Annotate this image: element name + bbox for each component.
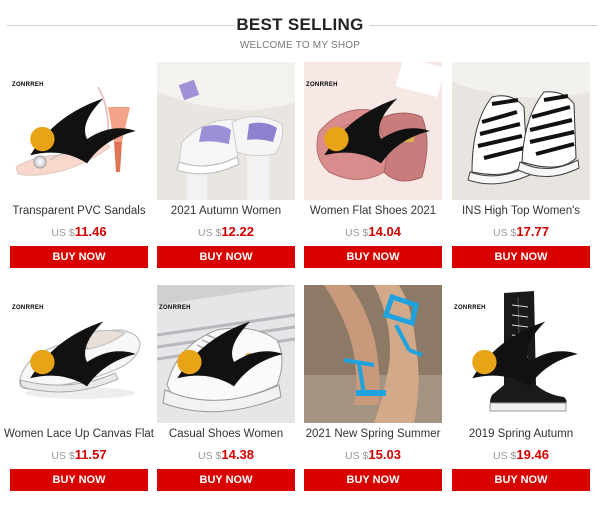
- product-image-black-knee-boot[interactable]: ZONRREH: [452, 285, 590, 423]
- brand-logo-text: ZONRREH: [12, 305, 44, 311]
- buy-now-button[interactable]: BUY NOW: [452, 469, 590, 491]
- price-amount: 17.77: [516, 224, 549, 239]
- product-image-clear-pvc-heel-sandal[interactable]: ZONRREH: [10, 62, 148, 200]
- price-amount: 19.46: [516, 447, 549, 462]
- product-price: US $17.77: [452, 223, 590, 241]
- product-price: US $19.46: [452, 446, 590, 464]
- product-name[interactable]: Transparent PVC Sandals: [4, 205, 154, 217]
- product-name[interactable]: 2021 New Spring Summer: [298, 428, 448, 440]
- price-currency: US $: [345, 450, 369, 462]
- product-image-white-bee-sneaker[interactable]: ZONRREH: [157, 285, 295, 423]
- product-price: US $11.57: [10, 446, 148, 464]
- price-amount: 14.38: [221, 447, 254, 462]
- product-image-zebra-high-top[interactable]: [452, 62, 590, 200]
- product-name[interactable]: 2021 Autumn Women: [151, 205, 301, 217]
- buy-now-button[interactable]: BUY NOW: [452, 246, 590, 268]
- brand-logo-text: ZONRREH: [454, 305, 486, 311]
- brand-logo-text: ZONRREH: [306, 82, 338, 88]
- price-currency: US $: [345, 227, 369, 239]
- section-subtitle: WELCOME TO MY SHOP: [239, 40, 361, 51]
- price-amount: 11.57: [74, 447, 107, 462]
- product-price: US $14.38: [157, 446, 295, 464]
- price-currency: US $: [198, 450, 222, 462]
- product-name[interactable]: Women Lace Up Canvas Flat: [4, 428, 154, 440]
- header-divider-right: [369, 25, 597, 26]
- price-currency: US $: [493, 227, 517, 239]
- buy-now-button[interactable]: BUY NOW: [304, 246, 442, 268]
- price-amount: 11.46: [74, 224, 107, 239]
- price-amount: 15.03: [368, 447, 401, 462]
- product-image-white-canvas-flat[interactable]: ZONRREH: [10, 285, 148, 423]
- price-amount: 12.22: [221, 224, 254, 239]
- price-currency: US $: [51, 450, 75, 462]
- product-image-blue-strap-sandal[interactable]: [304, 285, 442, 423]
- brand-logo-text: ZONRREH: [12, 82, 44, 88]
- price-currency: US $: [493, 450, 517, 462]
- product-price: US $14.04: [304, 223, 442, 241]
- product-price: US $12.22: [157, 223, 295, 241]
- buy-now-button[interactable]: BUY NOW: [157, 246, 295, 268]
- product-image-pink-quilted-flat[interactable]: ZONRREH: [304, 62, 442, 200]
- buy-now-button[interactable]: BUY NOW: [10, 246, 148, 268]
- product-image-purple-sneakers[interactable]: [157, 62, 295, 200]
- price-currency: US $: [198, 227, 222, 239]
- price-amount: 14.04: [368, 224, 401, 239]
- brand-logo-text: ZONRREH: [159, 305, 191, 311]
- product-name[interactable]: 2019 Spring Autumn: [446, 428, 596, 440]
- buy-now-button[interactable]: BUY NOW: [10, 469, 148, 491]
- buy-now-button[interactable]: BUY NOW: [304, 469, 442, 491]
- section-header: BEST SELLING WELCOME TO MY SHOP: [0, 0, 600, 60]
- product-name[interactable]: INS High Top Women's: [446, 205, 596, 217]
- product-name[interactable]: Casual Shoes Women: [151, 428, 301, 440]
- buy-now-button[interactable]: BUY NOW: [157, 469, 295, 491]
- price-currency: US $: [51, 227, 75, 239]
- product-price: US $15.03: [304, 446, 442, 464]
- product-name[interactable]: Women Flat Shoes 2021: [298, 205, 448, 217]
- product-price: US $11.46: [10, 223, 148, 241]
